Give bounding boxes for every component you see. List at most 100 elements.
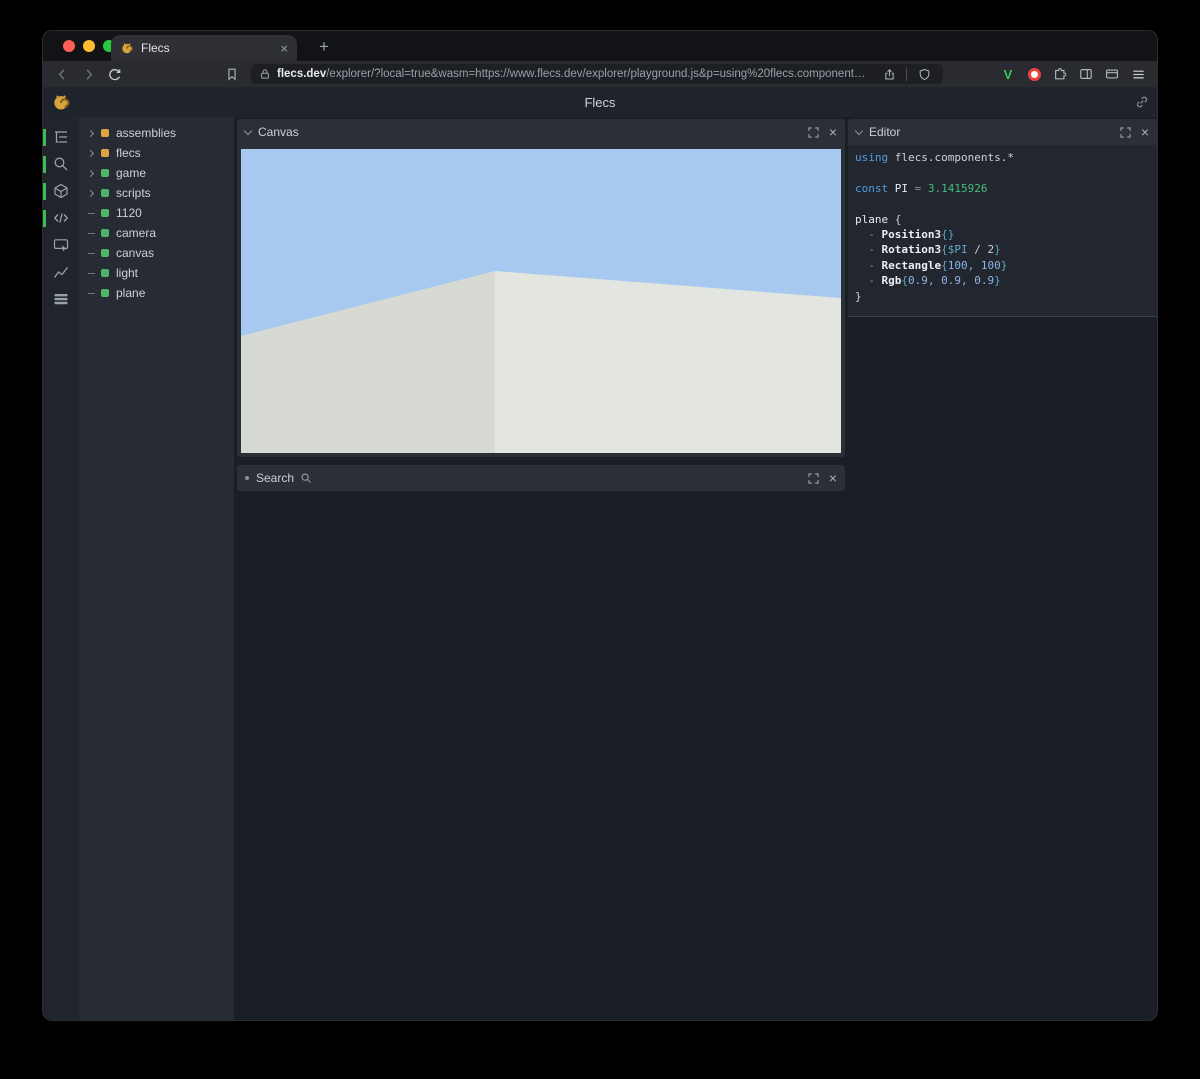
share-link-icon[interactable]	[1135, 95, 1149, 109]
rail-query-button[interactable]	[43, 156, 79, 183]
rail-script-button[interactable]	[43, 210, 79, 237]
expand-fullscreen-icon[interactable]	[806, 470, 822, 486]
rail-journal-button[interactable]	[43, 291, 79, 318]
entity-color-square	[101, 189, 109, 197]
collapsed-dot-icon[interactable]	[245, 476, 249, 480]
active-indicator	[43, 183, 46, 200]
extension-record-icon[interactable]	[1023, 63, 1045, 85]
editor-panel-header: Editor ×	[848, 119, 1157, 145]
reload-icon[interactable]	[103, 63, 125, 85]
canvas-panel-header: Canvas ×	[237, 119, 845, 145]
flecs-logo-icon	[51, 92, 71, 112]
menu-icon[interactable]	[1127, 63, 1149, 85]
browser-tab[interactable]: Flecs ×	[111, 35, 297, 61]
collapse-chevron-icon[interactable]	[244, 126, 252, 134]
share-icon[interactable]	[878, 63, 900, 85]
code-icon	[53, 210, 69, 226]
code-line: plane {	[855, 212, 1157, 227]
tree-item-label: scripts	[116, 186, 151, 200]
close-panel-icon[interactable]: ×	[1141, 125, 1149, 139]
code-line	[855, 165, 1157, 180]
traffic-lights	[63, 40, 115, 52]
tab-strip: Flecs × +	[43, 31, 1157, 61]
address-bar[interactable]: flecs.dev/explorer/?local=true&wasm=http…	[251, 64, 943, 84]
code-line: using flecs.components.*	[855, 150, 1157, 165]
forward-icon[interactable]	[77, 63, 99, 85]
tree-item-scripts[interactable]: scripts	[79, 183, 234, 203]
expand-chevron-icon[interactable]	[88, 151, 101, 156]
code-line	[855, 196, 1157, 211]
expand-fullscreen-icon[interactable]	[1118, 124, 1134, 140]
tree-item-plane[interactable]: plane	[79, 283, 234, 303]
wallet-icon[interactable]	[1101, 63, 1123, 85]
tree-item-light[interactable]: light	[79, 263, 234, 283]
code-line: - Position3{}	[855, 227, 1157, 242]
code-line: }	[855, 289, 1157, 304]
tree-item-label: light	[116, 266, 138, 280]
close-panel-icon[interactable]: ×	[829, 471, 837, 485]
extension-v-icon[interactable]: V	[997, 63, 1019, 85]
cube-icon	[53, 183, 69, 199]
rail-components-button[interactable]	[43, 183, 79, 210]
tree-item-label: assemblies	[116, 126, 176, 140]
tree-item-label: canvas	[116, 246, 154, 260]
code-line: - Rotation3{$PI / 2}	[855, 242, 1157, 257]
canvas-panel-body	[237, 145, 845, 457]
tree-item-label: 1120	[116, 206, 142, 220]
active-indicator	[43, 156, 46, 173]
active-indicator	[43, 129, 46, 146]
new-tab-button[interactable]: +	[311, 34, 337, 60]
leaf-dash-icon	[88, 253, 101, 254]
main-column: Canvas × Search	[234, 117, 846, 1020]
secure-lock-icon	[259, 68, 271, 80]
code-editor[interactable]: using flecs.components.* const PI = 3.14…	[848, 145, 1157, 317]
stats-chart-icon	[53, 264, 69, 280]
inspect-icon	[53, 237, 69, 253]
tree-item-label: plane	[116, 286, 145, 300]
leaf-dash-icon	[88, 233, 101, 234]
expand-chevron-icon[interactable]	[88, 131, 101, 136]
browser-toolbar: flecs.dev/explorer/?local=true&wasm=http…	[43, 61, 1157, 87]
tree-item-label: game	[116, 166, 146, 180]
code-line: const PI = 3.1415926	[855, 181, 1157, 196]
tree-item-flecs[interactable]: flecs	[79, 143, 234, 163]
expand-fullscreen-icon[interactable]	[806, 124, 822, 140]
tree-item-camera[interactable]: camera	[79, 223, 234, 243]
expand-chevron-icon[interactable]	[88, 191, 101, 196]
browser-window: Flecs × + flecs.dev/explorer/?local=true…	[42, 30, 1158, 1021]
tree-item-canvas[interactable]: canvas	[79, 243, 234, 263]
expand-chevron-icon[interactable]	[88, 171, 101, 176]
rail-inspect-button[interactable]	[43, 237, 79, 264]
bookmark-icon[interactable]	[221, 63, 243, 85]
extensions-puzzle-icon[interactable]	[1049, 63, 1071, 85]
editor-column: Editor × using flecs.components.* const …	[848, 117, 1157, 1020]
rail-stats-button[interactable]	[43, 264, 79, 291]
search-icon	[53, 156, 69, 172]
minimize-window-button[interactable]	[83, 40, 95, 52]
code-line: - Rectangle{100, 100}	[855, 258, 1157, 273]
address-bar-separator	[906, 68, 907, 81]
tree-item-assemblies[interactable]: assemblies	[79, 123, 234, 143]
leaf-dash-icon	[88, 213, 101, 214]
app-header: Flecs	[43, 87, 1157, 117]
icon-rail	[43, 117, 79, 1020]
rail-entity-tree-button[interactable]	[43, 129, 79, 156]
close-window-button[interactable]	[63, 40, 75, 52]
collapse-chevron-icon[interactable]	[855, 126, 863, 134]
tree-item-1120[interactable]: 1120	[79, 203, 234, 223]
tree-item-game[interactable]: game	[79, 163, 234, 183]
close-panel-icon[interactable]: ×	[829, 125, 837, 139]
tab-close-icon[interactable]: ×	[280, 42, 288, 55]
code-line: - Rgb{0.9, 0.9, 0.9}	[855, 273, 1157, 288]
url-text: flecs.dev/explorer/?local=true&wasm=http…	[277, 68, 872, 80]
search-panel[interactable]: Search ×	[237, 465, 845, 491]
panel-title: Search	[256, 471, 294, 485]
canvas-3d-scene[interactable]	[241, 149, 841, 453]
brave-shield-icon[interactable]	[913, 63, 935, 85]
tab-favicon-flecs-logo-icon	[120, 41, 134, 55]
app-body: assemblies flecs game scripts 1120	[43, 117, 1157, 1020]
sidebar-icon[interactable]	[1075, 63, 1097, 85]
back-icon[interactable]	[51, 63, 73, 85]
canvas-panel: Canvas ×	[237, 119, 845, 457]
tree-item-label: flecs	[116, 146, 141, 160]
